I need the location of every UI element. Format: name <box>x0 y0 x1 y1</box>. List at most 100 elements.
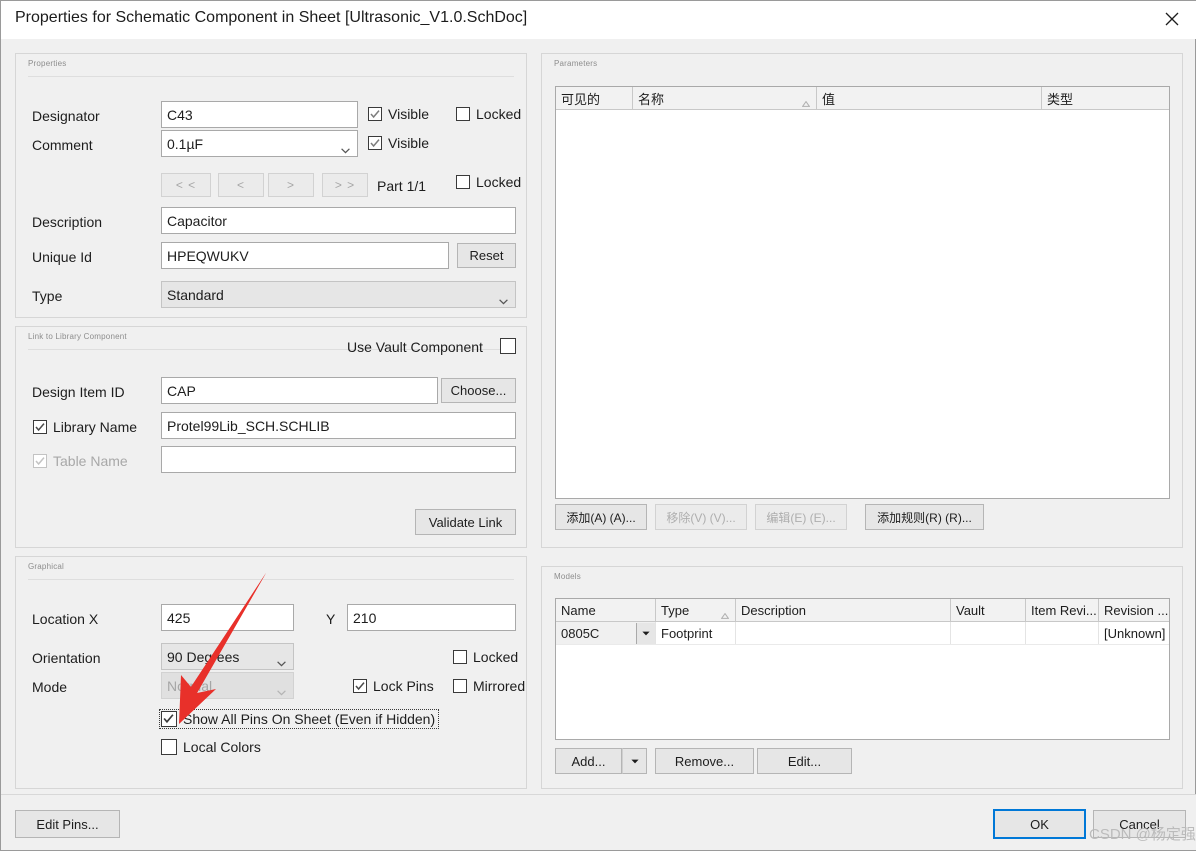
design-item-id-label: Design Item ID <box>32 384 125 400</box>
part-locked-label: Locked <box>476 174 521 190</box>
local-colors-checkbox[interactable]: Local Colors <box>161 739 261 755</box>
part-first-button[interactable]: < < <box>161 173 211 197</box>
models-remove-button[interactable]: Remove... <box>655 748 754 774</box>
mode-label: Mode <box>32 679 67 695</box>
use-vault-component-checkbox[interactable] <box>500 338 516 354</box>
comment-visible-checkbox[interactable]: Visible <box>368 135 429 151</box>
models-cell-revision: [Unknown] <box>1099 622 1169 644</box>
properties-group: Properties Designator C43 Visible Locked… <box>15 53 527 318</box>
part-next-button[interactable]: > <box>268 173 314 197</box>
design-item-id-input[interactable]: CAP <box>161 377 438 404</box>
checkbox-box <box>453 679 467 693</box>
parameters-group-legend: Parameters <box>554 59 597 68</box>
properties-dialog: Properties for Schematic Component in Sh… <box>0 0 1196 851</box>
models-col-vault[interactable]: Vault <box>951 599 1026 621</box>
graphical-group-divider <box>28 579 514 580</box>
part-indicator: Part 1/1 <box>377 178 426 194</box>
location-y-input[interactable]: 210 <box>347 604 516 631</box>
parameters-remove-button[interactable]: 移除(V) (V)... <box>655 504 747 530</box>
library-name-checkbox[interactable]: Library Name <box>33 419 137 435</box>
dialog-footer: Edit Pins... OK Cancel <box>1 794 1196 850</box>
models-col-description[interactable]: Description <box>736 599 951 621</box>
part-prev-button[interactable]: < <box>218 173 264 197</box>
models-col-type-text: Type <box>661 603 689 618</box>
checkbox-box <box>453 650 467 664</box>
link-to-library-group: Link to Library Component Use Vault Comp… <box>15 326 527 548</box>
parameters-add-rule-button[interactable]: 添加规则(R) (R)... <box>865 504 984 530</box>
chevron-down-icon <box>277 683 286 689</box>
orientation-combobox[interactable]: 90 Degrees <box>161 643 294 670</box>
checkbox-box <box>456 107 470 121</box>
library-name-label: Library Name <box>53 419 137 435</box>
checkbox-box <box>353 679 367 693</box>
checkbox-box <box>161 711 177 727</box>
parameters-col-visible[interactable]: 可见的 <box>556 87 633 109</box>
models-cell-type: Footprint <box>656 622 736 644</box>
part-last-button[interactable]: > > <box>322 173 368 197</box>
models-col-name[interactable]: Name <box>556 599 656 621</box>
table-row[interactable]: 0805C Footprint [Unknown] <box>556 622 1169 645</box>
locked-checkbox[interactable]: Locked <box>453 649 518 665</box>
chevron-down-icon[interactable] <box>636 623 655 644</box>
models-cell-name[interactable]: 0805C <box>556 622 656 644</box>
parameters-table-header: 可见的 名称 值 类型 <box>556 87 1169 110</box>
ok-button[interactable]: OK <box>993 809 1086 839</box>
validate-link-button[interactable]: Validate Link <box>415 509 516 535</box>
lock-pins-checkbox[interactable]: Lock Pins <box>353 678 434 694</box>
title-bar: Properties for Schematic Component in Sh… <box>1 1 1196 39</box>
orientation-value: 90 Degrees <box>167 649 239 665</box>
models-cell-name-value: 0805C <box>556 626 636 641</box>
cancel-button[interactable]: Cancel <box>1093 810 1186 838</box>
checkbox-box <box>500 338 516 354</box>
show-all-pins-label: Show All Pins On Sheet (Even if Hidden) <box>183 711 435 727</box>
parameters-col-value[interactable]: 值 <box>817 87 1042 109</box>
table-name-input[interactable] <box>161 446 516 473</box>
checkbox-box <box>456 175 470 189</box>
reset-button[interactable]: Reset <box>457 243 516 268</box>
mirrored-checkbox[interactable]: Mirrored <box>453 678 525 694</box>
parameters-col-name[interactable]: 名称 <box>633 87 817 109</box>
parameters-table: 可见的 名称 值 类型 <box>555 86 1170 499</box>
designator-locked-checkbox[interactable]: Locked <box>456 106 521 122</box>
location-x-input[interactable]: 425 <box>161 604 294 631</box>
mode-combobox: Normal <box>161 672 294 699</box>
comment-label: Comment <box>32 137 93 153</box>
models-cell-item-revision <box>1026 622 1099 644</box>
properties-group-legend: Properties <box>28 59 66 68</box>
checkbox-box <box>161 739 177 755</box>
show-all-pins-checkbox[interactable]: Show All Pins On Sheet (Even if Hidden) <box>161 711 437 727</box>
comment-combobox[interactable]: 0.1µF <box>161 130 358 157</box>
library-name-input[interactable]: Protel99Lib_SCH.SCHLIB <box>161 412 516 439</box>
models-col-revision[interactable]: Revision ... <box>1099 599 1169 621</box>
parameters-edit-button[interactable]: 编辑(E) (E)... <box>755 504 847 530</box>
chevron-down-icon <box>499 292 508 298</box>
table-name-checkbox: Table Name <box>33 453 128 469</box>
orientation-label: Orientation <box>32 650 100 666</box>
close-icon[interactable] <box>1149 1 1195 37</box>
comment-visible-label: Visible <box>388 135 429 151</box>
designator-visible-checkbox[interactable]: Visible <box>368 106 429 122</box>
parameters-add-button[interactable]: 添加(A) (A)... <box>555 504 647 530</box>
location-y-label: Y <box>326 611 335 627</box>
models-add-button[interactable]: Add... <box>555 748 622 774</box>
models-add-dropdown-button[interactable] <box>622 748 647 774</box>
unique-id-input[interactable]: HPEQWUKV <box>161 242 449 269</box>
models-cell-description <box>736 622 951 644</box>
dialog-title: Properties for Schematic Component in Sh… <box>15 9 527 27</box>
type-combobox[interactable]: Standard <box>161 281 516 308</box>
link-group-legend: Link to Library Component <box>28 332 127 341</box>
description-label: Description <box>32 214 102 230</box>
graphical-group: Graphical Location X 425 Y 210 Orientati… <box>15 556 527 789</box>
mirrored-label: Mirrored <box>473 678 525 694</box>
choose-button[interactable]: Choose... <box>441 378 516 403</box>
description-input[interactable]: Capacitor <box>161 207 516 234</box>
designator-input[interactable]: C43 <box>161 101 358 128</box>
lock-pins-label: Lock Pins <box>373 678 434 694</box>
models-edit-button[interactable]: Edit... <box>757 748 852 774</box>
models-cell-vault <box>951 622 1026 644</box>
edit-pins-button[interactable]: Edit Pins... <box>15 810 120 838</box>
part-locked-checkbox[interactable]: Locked <box>456 174 521 190</box>
models-col-type[interactable]: Type <box>656 599 736 621</box>
parameters-col-type[interactable]: 类型 <box>1042 87 1169 109</box>
models-col-item-revision[interactable]: Item Revi... <box>1026 599 1099 621</box>
